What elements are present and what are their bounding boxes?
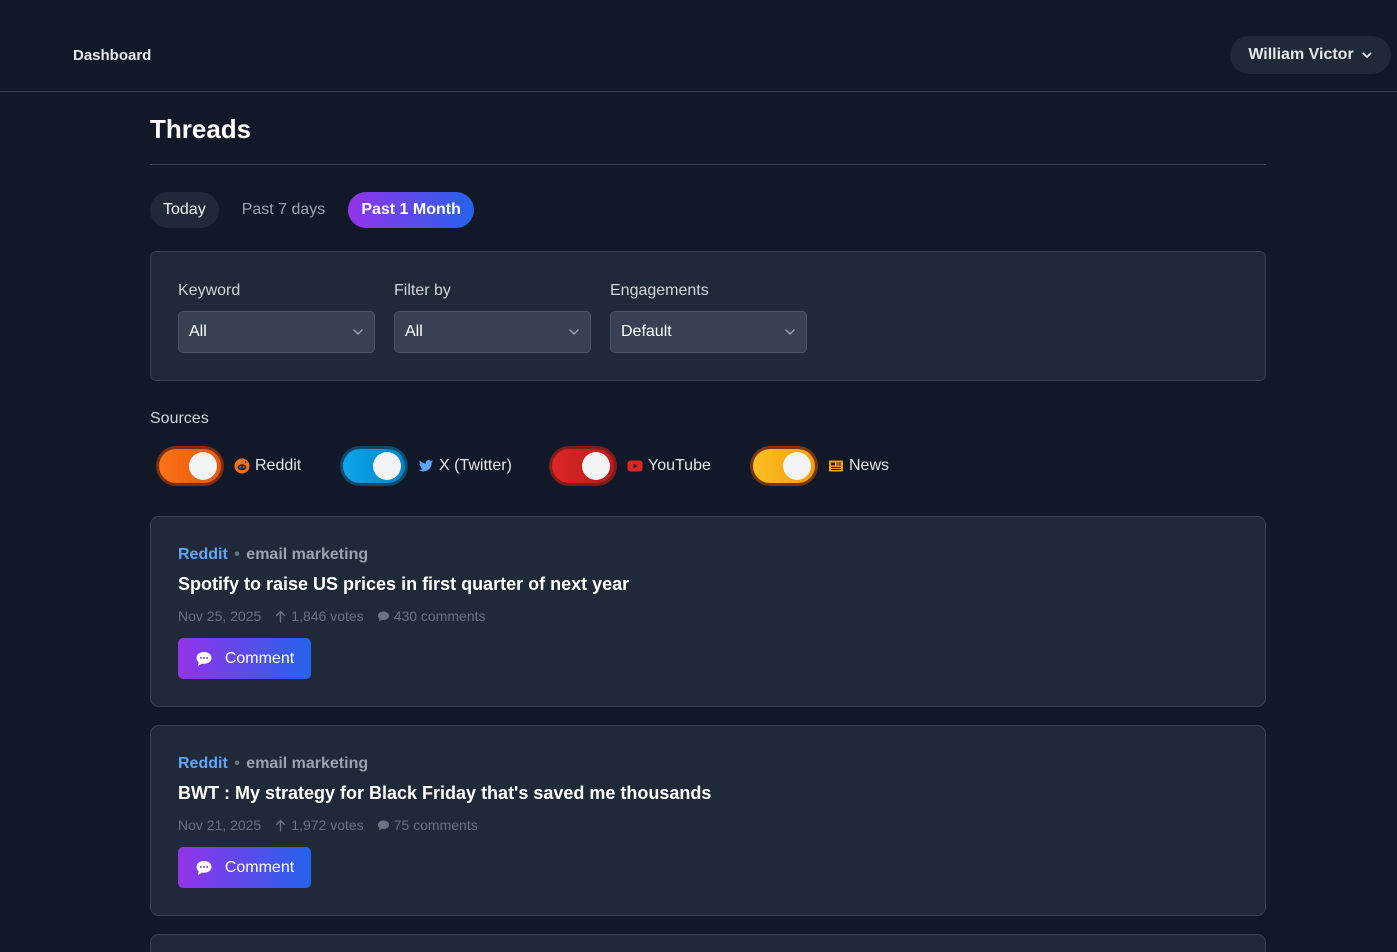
post-keyword: email marketing <box>246 546 369 563</box>
separator-dot: • <box>234 755 240 772</box>
user-name: William Victor <box>1248 46 1354 63</box>
news-name: News <box>849 457 890 474</box>
youtube-name: YouTube <box>648 457 711 474</box>
post-title[interactable]: BWT : My strategy for Black Friday that'… <box>178 783 711 804</box>
post-votes: 1,846 votes <box>274 608 364 624</box>
twitter-bird-icon <box>418 460 433 472</box>
toggle-knob <box>373 452 401 480</box>
news-source-label: News <box>828 457 889 475</box>
chevron-down-icon <box>569 329 579 335</box>
newspaper-icon <box>829 460 843 472</box>
title-divider <box>150 164 1266 165</box>
twitter-name: X (Twitter) <box>439 457 512 474</box>
post-comments: 75 comments <box>377 817 478 833</box>
post-date: Nov 25, 2025 <box>178 608 262 624</box>
keyword-select-value: All <box>189 323 207 340</box>
filter-by-select-value: All <box>405 323 423 340</box>
toggle-knob <box>783 452 811 480</box>
reddit-name: Reddit <box>255 457 302 474</box>
chevron-down-icon <box>1362 52 1372 58</box>
chevron-down-icon <box>785 329 795 335</box>
filter-by-label: Filter by <box>394 282 451 299</box>
reddit-toggle[interactable] <box>156 446 224 486</box>
separator-dot: • <box>234 546 240 563</box>
arrow-up-icon <box>276 819 286 832</box>
news-toggle[interactable] <box>750 446 818 486</box>
source-youtube: YouTube <box>549 446 711 486</box>
comment-button-label: Comment <box>224 858 295 876</box>
engagements-select[interactable]: Default <box>610 311 807 353</box>
post-keyword: email marketing <box>246 755 369 772</box>
post-stats: Nov 25, 2025 1,846 votes 430 comments <box>178 608 486 624</box>
source-news: News <box>750 446 889 486</box>
tab-past-7-days[interactable]: Past 7 days <box>229 192 339 228</box>
engagements-filter: Engagements Default <box>610 282 807 353</box>
reddit-source-label: Reddit <box>234 457 301 475</box>
toggle-knob <box>189 452 217 480</box>
top-navbar: Dashboard William Victor <box>0 0 1397 92</box>
source-twitter: X (Twitter) <box>340 446 512 486</box>
post-votes-text: 1,972 votes <box>291 817 364 833</box>
post-comments: 430 comments <box>377 608 486 624</box>
sources-label: Sources <box>150 410 209 427</box>
twitter-toggle[interactable] <box>340 446 408 486</box>
comment-bubble-icon <box>196 651 212 666</box>
page-title: Threads <box>150 114 252 144</box>
keyword-filter: Keyword All <box>178 282 375 353</box>
post-votes: 1,972 votes <box>274 817 364 833</box>
post-title[interactable]: Spotify to raise US prices in first quar… <box>178 574 629 595</box>
arrow-up-icon <box>276 610 286 623</box>
post-votes-text: 1,846 votes <box>291 608 364 624</box>
comment-bubble-icon <box>196 860 212 875</box>
post-card-partial <box>150 934 1266 952</box>
post-comments-text: 430 comments <box>393 608 486 624</box>
toggle-knob <box>582 452 610 480</box>
comment-button[interactable]: Comment <box>178 847 311 888</box>
filter-by-select[interactable]: All <box>394 311 591 353</box>
youtube-source-label: YouTube <box>627 457 711 475</box>
chevron-down-icon <box>353 329 363 335</box>
user-menu-button[interactable]: William Victor <box>1230 36 1391 74</box>
post-comments-text: 75 comments <box>393 817 478 833</box>
comment-button[interactable]: Comment <box>178 638 311 679</box>
keyword-label: Keyword <box>178 282 241 299</box>
post-card: Reddit • email marketing BWT : My strate… <box>150 725 1266 916</box>
twitter-source-label: X (Twitter) <box>418 457 512 475</box>
youtube-toggle[interactable] <box>549 446 617 486</box>
youtube-icon <box>627 460 643 472</box>
reddit-icon <box>234 458 250 474</box>
nav-dashboard-link[interactable]: Dashboard <box>73 47 151 64</box>
filter-by-filter: Filter by All <box>394 282 591 353</box>
engagements-label: Engagements <box>610 282 709 299</box>
post-source-link[interactable]: Reddit <box>178 755 228 772</box>
comment-button-label: Comment <box>224 649 295 667</box>
engagements-select-value: Default <box>621 323 672 340</box>
filter-panel: Keyword All Filter by All Engagements De… <box>150 251 1266 381</box>
keyword-select[interactable]: All <box>178 311 375 353</box>
post-source-line: Reddit • email marketing <box>178 546 368 564</box>
comment-bubble-icon <box>377 611 389 621</box>
post-stats: Nov 21, 2025 1,972 votes 75 comments <box>178 817 478 833</box>
post-source-link[interactable]: Reddit <box>178 546 228 563</box>
tab-past-1-month[interactable]: Past 1 Month <box>348 192 474 228</box>
post-date: Nov 21, 2025 <box>178 817 262 833</box>
source-reddit: Reddit <box>156 446 301 486</box>
time-range-tabs: Today Past 7 days Past 1 Month <box>150 192 484 228</box>
tab-today[interactable]: Today <box>150 192 219 228</box>
post-source-line: Reddit • email marketing <box>178 755 368 773</box>
post-card: Reddit • email marketing Spotify to rais… <box>150 516 1266 707</box>
comment-bubble-icon <box>377 820 389 830</box>
